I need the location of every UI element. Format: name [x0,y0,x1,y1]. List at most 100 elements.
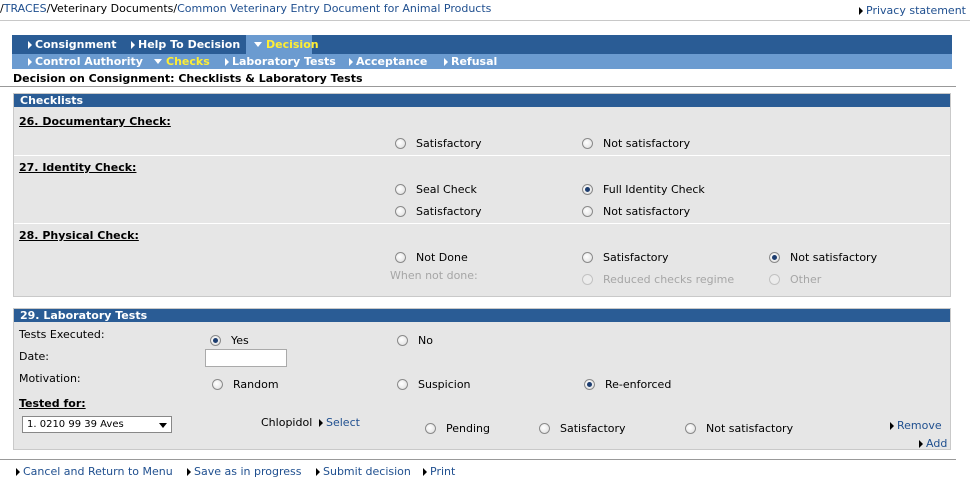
physical-satisfactory-option[interactable]: Satisfactory [582,251,669,264]
result-not-satisfactory-label: Not satisfactory [706,422,794,435]
tests-executed-yes-option[interactable]: Yes [210,334,249,347]
physical-not-done-option[interactable]: Not Done [395,251,468,264]
documentary-satisfactory-label: Satisfactory [416,137,482,150]
arrow-right-icon [131,41,135,49]
documentary-satisfactory-option[interactable]: Satisfactory [395,137,482,150]
motivation-reenforced-label: Re-enforced [605,378,672,391]
tab-checks-label: Checks [166,55,210,68]
tests-executed-yes-label: Yes [231,334,249,347]
physical-not-satisfactory-option[interactable]: Not satisfactory [769,251,877,264]
arrow-right-icon [349,58,353,66]
arrow-right-icon [16,468,20,476]
tab-help-to-decision-label: Help To Decision [138,38,241,51]
select-substance-label[interactable]: Select [326,416,360,429]
motivation-random-label: Random [233,378,279,391]
tab-acceptance[interactable]: Acceptance [341,54,427,69]
save-in-progress-link[interactable]: Save as in progress [187,465,301,478]
arrow-down-icon [154,59,162,64]
footer-divider [0,459,956,460]
result-satisfactory-option[interactable]: Satisfactory [539,422,626,435]
arrow-right-icon [423,468,427,476]
radio-selected-icon[interactable] [210,335,221,346]
add-label[interactable]: Add [926,437,947,450]
radio-icon[interactable] [397,379,408,390]
documentary-not-satisfactory-option[interactable]: Not satisfactory [582,137,690,150]
submit-decision-link[interactable]: Submit decision [316,465,411,478]
reduced-checks-option: Reduced checks regime [582,273,734,286]
radio-icon[interactable] [397,335,408,346]
section-divider [14,155,950,156]
tab-refusal[interactable]: Refusal [436,54,497,69]
radio-icon[interactable] [395,184,406,195]
identity-seal-check-option[interactable]: Seal Check [395,183,477,196]
identity-not-satisfactory-label: Not satisfactory [603,205,691,218]
breadcrumb-current-link[interactable]: Common Veterinary Entry Document for Ani… [177,2,491,15]
identity-satisfactory-label: Satisfactory [416,205,482,218]
page-title: Decision on Consignment: Checklists & La… [13,72,363,85]
identity-satisfactory-option[interactable]: Satisfactory [395,205,482,218]
dropdown-arrow-icon [159,423,167,428]
arrow-right-icon [28,41,32,49]
motivation-random-option[interactable]: Random [212,378,279,391]
remove-link[interactable]: Remove [890,419,942,432]
identity-not-satisfactory-option[interactable]: Not satisfactory [582,205,690,218]
arrow-right-icon [187,468,191,476]
radio-selected-icon[interactable] [584,379,595,390]
date-input[interactable] [205,349,287,367]
motivation-reenforced-option[interactable]: Re-enforced [584,378,671,391]
tests-executed-no-option[interactable]: No [397,334,433,347]
tab-laboratory-tests[interactable]: Laboratory Tests [217,54,336,69]
breadcrumb: /TRACES/Veterinary Documents/Common Vete… [0,2,492,15]
radio-icon[interactable] [395,252,406,263]
tab-consignment[interactable]: Consignment [20,35,117,54]
result-pending-option[interactable]: Pending [425,422,490,435]
date-label: Date: [19,350,49,363]
radio-icon[interactable] [212,379,223,390]
radio-icon[interactable] [395,138,406,149]
select-substance-link[interactable]: Select [319,416,360,429]
radio-icon[interactable] [425,423,436,434]
motivation-suspicion-label: Suspicion [418,378,471,391]
secondary-nav: Control Authority Checks Laboratory Test… [12,54,952,69]
substance-label: Chlopidol [261,416,313,429]
radio-icon[interactable] [582,138,593,149]
radio-selected-icon[interactable] [582,184,593,195]
physical-check-label: 28. Physical Check: [19,229,139,242]
radio-icon[interactable] [539,423,550,434]
radio-icon[interactable] [582,252,593,263]
remove-label[interactable]: Remove [897,419,942,432]
submit-decision-label[interactable]: Submit decision [323,465,411,478]
motivation-suspicion-option[interactable]: Suspicion [397,378,471,391]
save-in-progress-label[interactable]: Save as in progress [194,465,301,478]
print-label[interactable]: Print [430,465,455,478]
radio-selected-icon[interactable] [769,252,780,263]
radio-icon[interactable] [395,206,406,217]
print-link[interactable]: Print [423,465,455,478]
tab-control-authority-label: Control Authority [35,55,143,68]
tab-control-authority[interactable]: Control Authority [20,54,143,69]
cancel-return-menu-label[interactable]: Cancel and Return to Menu [23,465,173,478]
tab-decision[interactable]: Decision [246,35,319,54]
cancel-return-menu-link[interactable]: Cancel and Return to Menu [16,465,173,478]
tab-help-to-decision[interactable]: Help To Decision [123,35,240,54]
reduced-checks-label: Reduced checks regime [603,273,735,286]
radio-disabled-icon [582,274,593,285]
arrow-right-icon [319,419,323,427]
when-not-done-label: When not done: [390,269,478,282]
radio-icon[interactable] [685,423,696,434]
privacy-statement-label[interactable]: Privacy statement [866,4,966,17]
breadcrumb-traces-link[interactable]: TRACES [4,2,47,15]
result-not-satisfactory-option[interactable]: Not satisfactory [685,422,793,435]
tested-for-select[interactable]: 1. 0210 99 39 Aves [22,416,172,433]
add-link[interactable]: Add [919,437,947,450]
physical-not-done-label: Not Done [416,251,468,264]
tab-checks[interactable]: Checks [146,54,210,69]
privacy-statement-link[interactable]: Privacy statement [859,4,966,17]
radio-icon[interactable] [582,206,593,217]
result-satisfactory-label: Satisfactory [560,422,626,435]
identity-full-identity-option[interactable]: Full Identity Check [582,183,705,196]
arrow-right-icon [444,58,448,66]
motivation-label: Motivation: [19,372,81,385]
arrow-right-icon [859,7,864,15]
other-label: Other [790,273,822,286]
